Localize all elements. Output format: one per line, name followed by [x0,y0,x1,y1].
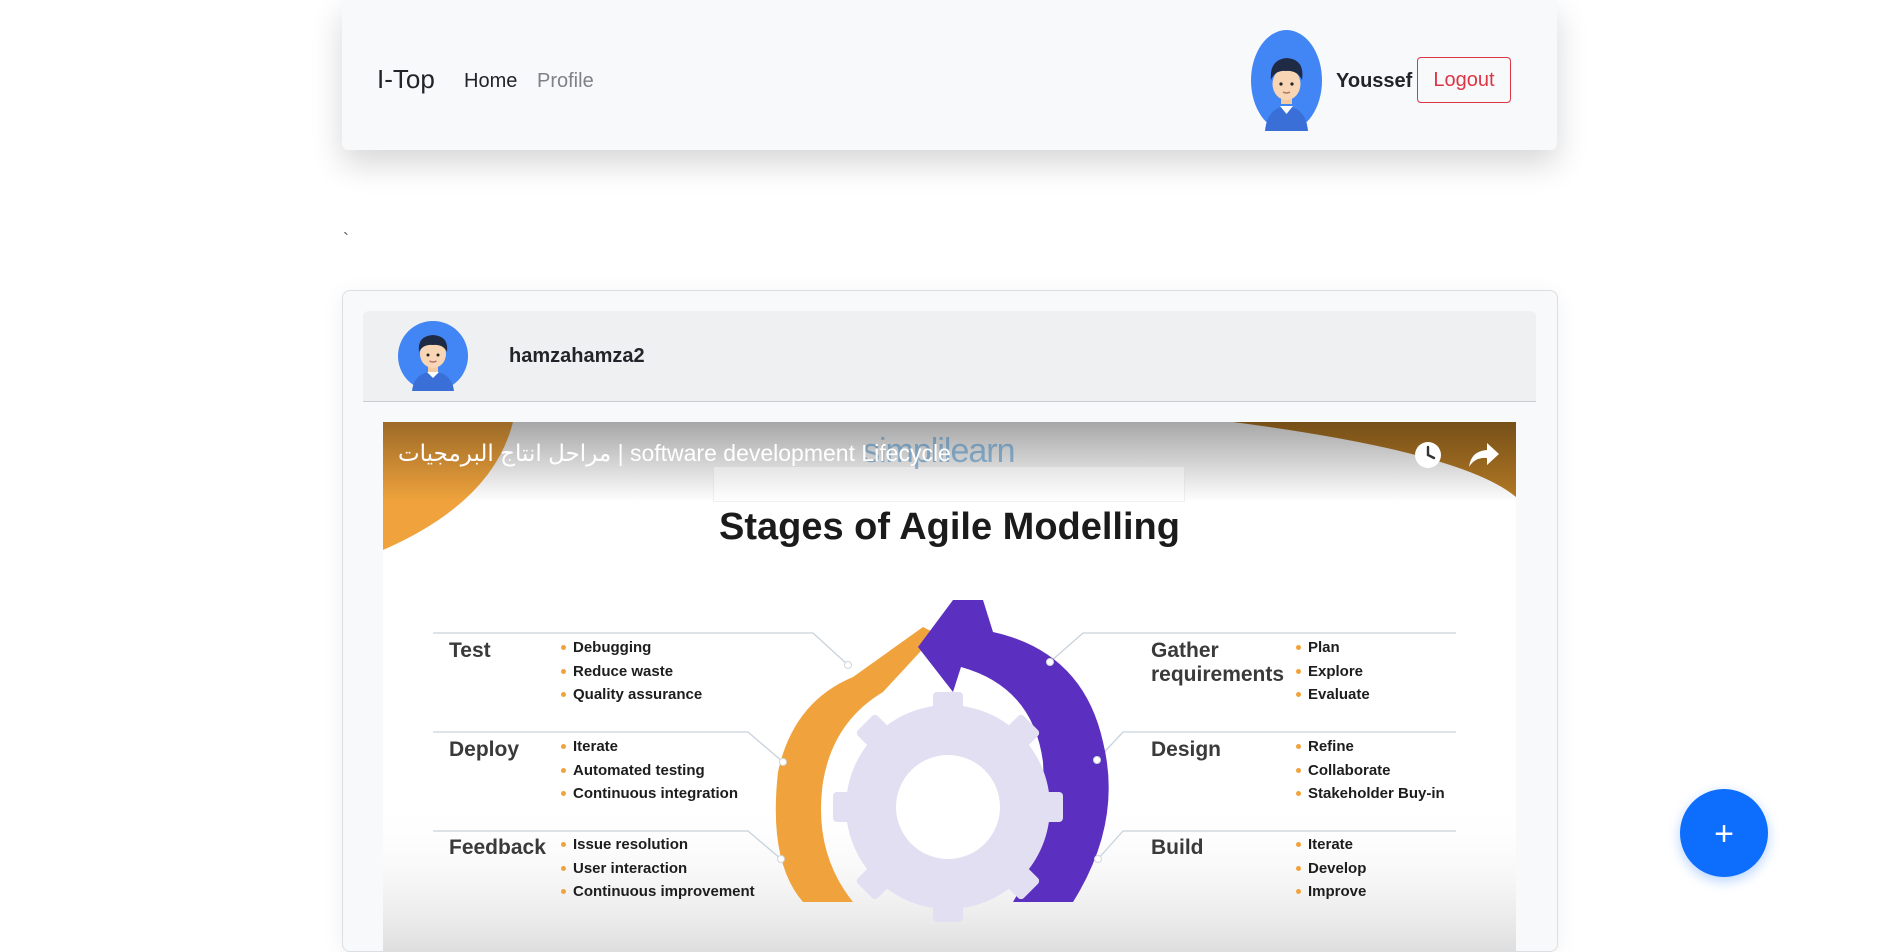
stage-build: Build [1151,836,1204,859]
list-item: Issue resolution [561,833,755,857]
clock-icon[interactable] [1413,440,1443,470]
stage-gather-requirements: Gather requirements [1151,639,1285,686]
stage-feedback-list: Issue resolution User interaction Contin… [561,833,755,904]
list-item: Debugging [561,636,702,660]
post-card: hamzahamza2 simplilearn مراحل انتاج البر… [342,290,1558,952]
list-item: Collaborate [1296,759,1445,783]
stage-gather-requirements-list: Plan Explore Evaluate [1296,636,1370,707]
list-item: Plan [1296,636,1370,660]
list-item: Explore [1296,660,1370,684]
list-item: Automated testing [561,759,738,783]
stage-build-list: Iterate Develop Improve [1296,833,1366,904]
author-avatar-icon[interactable] [398,321,468,391]
list-item: Improve [1296,880,1366,904]
list-item: Iterate [561,735,738,759]
post-author-name[interactable]: hamzahamza2 [509,345,645,368]
stage-feedback: Feedback [449,836,546,859]
list-item: Stakeholder Buy-in [1296,782,1445,806]
list-item: Reduce waste [561,660,702,684]
video-overlay-bar [713,466,1185,502]
brand-logo[interactable]: I-Top [377,64,435,95]
stray-backtick-text: ` [343,230,349,250]
list-item: Continuous integration [561,782,738,806]
list-item: User interaction [561,857,755,881]
post-header: hamzahamza2 [363,311,1536,402]
video-title[interactable]: مراحل انتاج البرمجيات | software develop… [398,440,951,467]
navbar: I-Top Home Profile Youssef Logout [342,0,1557,150]
list-item: Continuous improvement [561,880,755,904]
add-post-button[interactable]: + [1680,789,1768,877]
video-embed[interactable]: simplilearn مراحل انتاج البرمجيات | soft… [383,422,1516,951]
list-item: Iterate [1296,833,1366,857]
nav-link-home[interactable]: Home [464,70,517,93]
stage-design-list: Refine Collaborate Stakeholder Buy-in [1296,735,1445,806]
stage-deploy-list: Iterate Automated testing Continuous int… [561,735,738,806]
user-avatar-icon[interactable] [1251,30,1322,131]
current-username: Youssef [1336,70,1413,92]
nav-link-profile[interactable]: Profile [537,70,594,93]
plus-icon: + [1714,815,1734,853]
share-icon[interactable] [1467,440,1501,470]
list-item: Develop [1296,857,1366,881]
list-item: Evaluate [1296,683,1370,707]
list-item: Refine [1296,735,1445,759]
stage-design: Design [1151,738,1222,761]
stage-deploy: Deploy [449,738,520,761]
stage-test-list: Debugging Reduce waste Quality assurance [561,636,702,707]
list-item: Quality assurance [561,683,702,707]
slide-title: Stages of Agile Modelling [719,506,1180,548]
logout-button[interactable]: Logout [1417,57,1511,103]
stage-test: Test [449,639,491,662]
